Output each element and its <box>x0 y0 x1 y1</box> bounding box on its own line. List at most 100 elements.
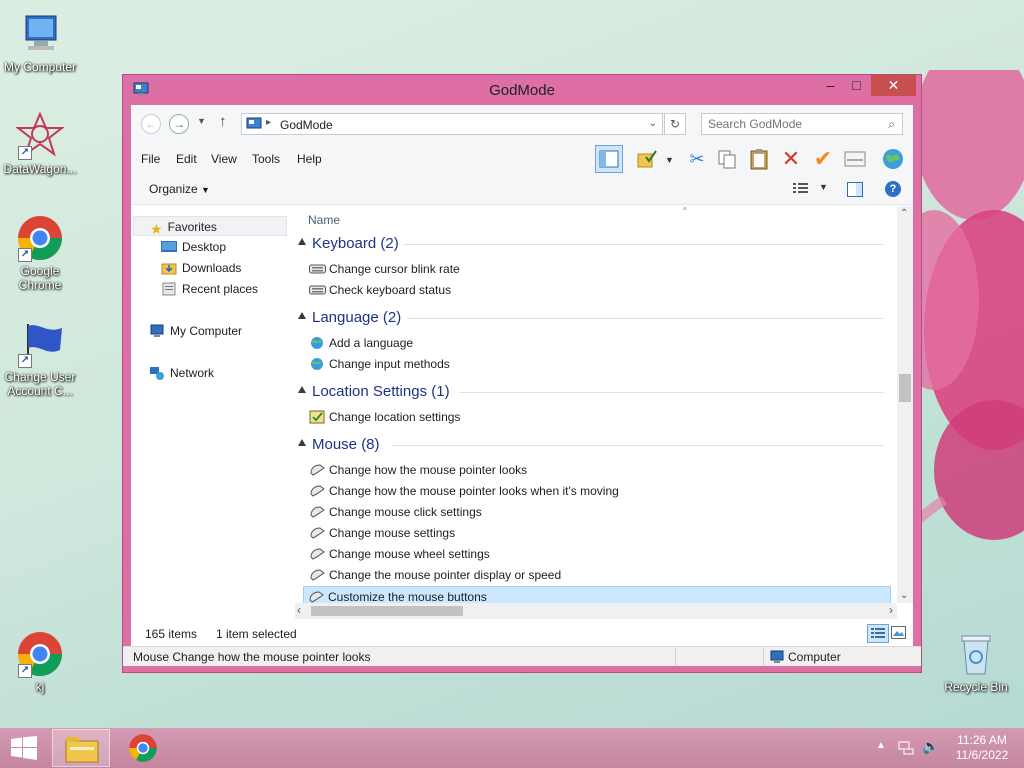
desktop-icon-recycle-bin[interactable]: Recycle Bin <box>936 630 1016 694</box>
rename-button[interactable]: ✔ <box>809 145 837 173</box>
refresh-button[interactable]: ↻ <box>664 113 686 135</box>
copy-button[interactable] <box>713 145 741 173</box>
scroll-right-icon[interactable]: › <box>889 603 893 617</box>
delete-button[interactable]: ✕ <box>777 145 805 173</box>
recent-locations-button[interactable]: ▼ <box>197 116 206 126</box>
properties-dropdown-icon[interactable]: ▼ <box>665 155 674 165</box>
list-item[interactable]: Change how the mouse pointer looks when … <box>305 481 893 501</box>
list-item[interactable]: Change mouse click settings <box>305 502 893 522</box>
group-title: Language (2) <box>312 309 402 326</box>
clock[interactable]: 11:26 AM 11/6/2022 <box>948 733 1016 762</box>
group-header-mouse[interactable]: Mouse (8) <box>295 434 890 456</box>
menu-tools[interactable]: Tools <box>252 152 280 166</box>
properties-button[interactable] <box>633 145 661 173</box>
scroll-left-icon[interactable]: ‹ <box>297 603 301 617</box>
item-label: Change mouse wheel settings <box>329 547 490 561</box>
item-label: Add a language <box>329 336 414 350</box>
list-item[interactable]: Change cursor blink rate <box>305 259 893 279</box>
close-button[interactable]: ✕ <box>871 75 916 96</box>
nav-favorites[interactable]: ★ Favorites <box>133 216 287 237</box>
cut-button[interactable]: ✂ <box>683 145 711 173</box>
list-item[interactable]: Check keyboard status <box>305 280 893 300</box>
organize-button[interactable]: Organize ▼ <box>149 182 210 196</box>
desktop-icon-datawagon[interactable]: ↗ DataWagon... <box>0 111 80 176</box>
preview-pane-button[interactable] <box>847 182 863 200</box>
maximize-button[interactable]: □ <box>844 75 869 96</box>
item-label: Change mouse click settings <box>329 505 482 519</box>
nav-recent-places[interactable]: Recent places <box>161 279 258 299</box>
list-item[interactable]: Change location settings <box>305 407 893 427</box>
list-item[interactable]: Change the mouse pointer display or spee… <box>305 565 893 585</box>
address-bar[interactable]: ▸ GodMode ⌄ <box>241 113 663 135</box>
desktop-icon-change-user-account[interactable]: ↗ Change User Account C... <box>0 320 80 398</box>
large-icons-view-toggle[interactable] <box>891 626 906 642</box>
address-dropdown-icon[interactable]: ⌄ <box>649 118 657 129</box>
desktop-icon-kj[interactable]: ↗ kj <box>0 630 80 694</box>
scroll-up-icon[interactable]: ⌃ <box>900 208 908 219</box>
flag-icon: ↗ <box>16 320 64 368</box>
large-icons-view-icon <box>891 626 906 639</box>
explorer-window: GodMode – □ ✕ ← → ▼ ↑ ▸ GodMode ⌄ ↻ ⌕ Fi… <box>122 74 922 673</box>
taskbar-google-chrome[interactable] <box>114 729 172 767</box>
details-view-icon <box>793 183 808 193</box>
taskbar-file-explorer[interactable] <box>52 729 110 767</box>
list-item[interactable]: Add a language <box>305 333 893 353</box>
star-icon: ★ <box>150 221 163 237</box>
back-button[interactable]: ← <box>141 114 161 134</box>
help-button[interactable]: ? <box>885 181 901 197</box>
list-item[interactable]: Change mouse settings <box>305 523 893 543</box>
column-header-name[interactable]: Name <box>308 213 340 227</box>
nav-downloads-label: Downloads <box>182 261 242 275</box>
title-bar[interactable]: GodMode – □ ✕ <box>123 75 921 105</box>
volume-icon[interactable]: 🔈 <box>922 738 939 755</box>
network-tray-icon[interactable] <box>898 741 914 755</box>
list-item[interactable]: Change mouse wheel settings <box>305 544 893 564</box>
nav-my-computer[interactable]: My Computer <box>149 321 242 341</box>
details-view-toggle[interactable] <box>867 624 889 643</box>
menu-file[interactable]: File <box>141 152 160 166</box>
scroll-down-icon[interactable]: ⌄ <box>900 590 908 601</box>
desktop-icon-my-computer[interactable]: My Computer <box>0 10 80 74</box>
menu-edit[interactable]: Edit <box>176 152 197 166</box>
layout-pane-button[interactable] <box>595 145 623 173</box>
forward-button[interactable]: → <box>169 114 189 134</box>
globe-button[interactable] <box>879 145 907 173</box>
globe-icon <box>883 149 903 169</box>
copy-icon <box>718 150 736 169</box>
menu-help[interactable]: Help <box>297 152 322 166</box>
desktop-icon-google-chrome[interactable]: ↗ Google Chrome <box>0 214 80 292</box>
change-view-button[interactable]: ▼ <box>793 182 833 198</box>
paste-button[interactable] <box>745 145 773 173</box>
vertical-scroll-thumb[interactable] <box>899 374 911 402</box>
minimize-button[interactable]: – <box>818 75 843 96</box>
collapse-caret-icon <box>298 439 306 446</box>
mouse-icon <box>310 485 325 497</box>
nav-network[interactable]: Network <box>149 363 214 383</box>
mouse-icon <box>310 548 325 560</box>
folder-check-icon <box>637 150 657 168</box>
nav-downloads[interactable]: Downloads <box>161 258 241 278</box>
item-label: Check keyboard status <box>329 283 452 297</box>
group-header-language[interactable]: Language (2) <box>295 307 890 329</box>
search-box[interactable]: ⌕ <box>701 113 903 135</box>
menu-view[interactable]: View <box>211 152 237 166</box>
group-divider <box>391 445 884 446</box>
group-header-keyboard[interactable]: Keyboard (2) <box>295 233 890 255</box>
group-header-location-settings[interactable]: Location Settings (1) <box>295 381 890 403</box>
new-window-button[interactable] <box>841 145 869 173</box>
search-input[interactable] <box>708 117 878 131</box>
nav-desktop[interactable]: Desktop <box>161 237 226 257</box>
horizontal-scrollbar[interactable]: ‹ › <box>295 603 897 619</box>
group-title: Location Settings (1) <box>312 383 450 400</box>
list-item[interactable]: Change input methods <box>305 354 893 374</box>
details-divider <box>675 648 676 666</box>
location-icon <box>309 410 325 424</box>
breadcrumb-godmode[interactable]: GodMode <box>280 118 333 132</box>
list-item[interactable]: Change how the mouse pointer looks <box>305 460 893 480</box>
horizontal-scroll-thumb[interactable] <box>311 606 463 616</box>
vertical-scrollbar[interactable]: ⌃ ⌄ <box>897 206 913 603</box>
start-button[interactable] <box>0 728 48 768</box>
up-button[interactable]: ↑ <box>219 113 227 130</box>
item-label: Change cursor blink rate <box>329 262 460 276</box>
show-hidden-icons-button[interactable]: ▲ <box>876 740 886 751</box>
